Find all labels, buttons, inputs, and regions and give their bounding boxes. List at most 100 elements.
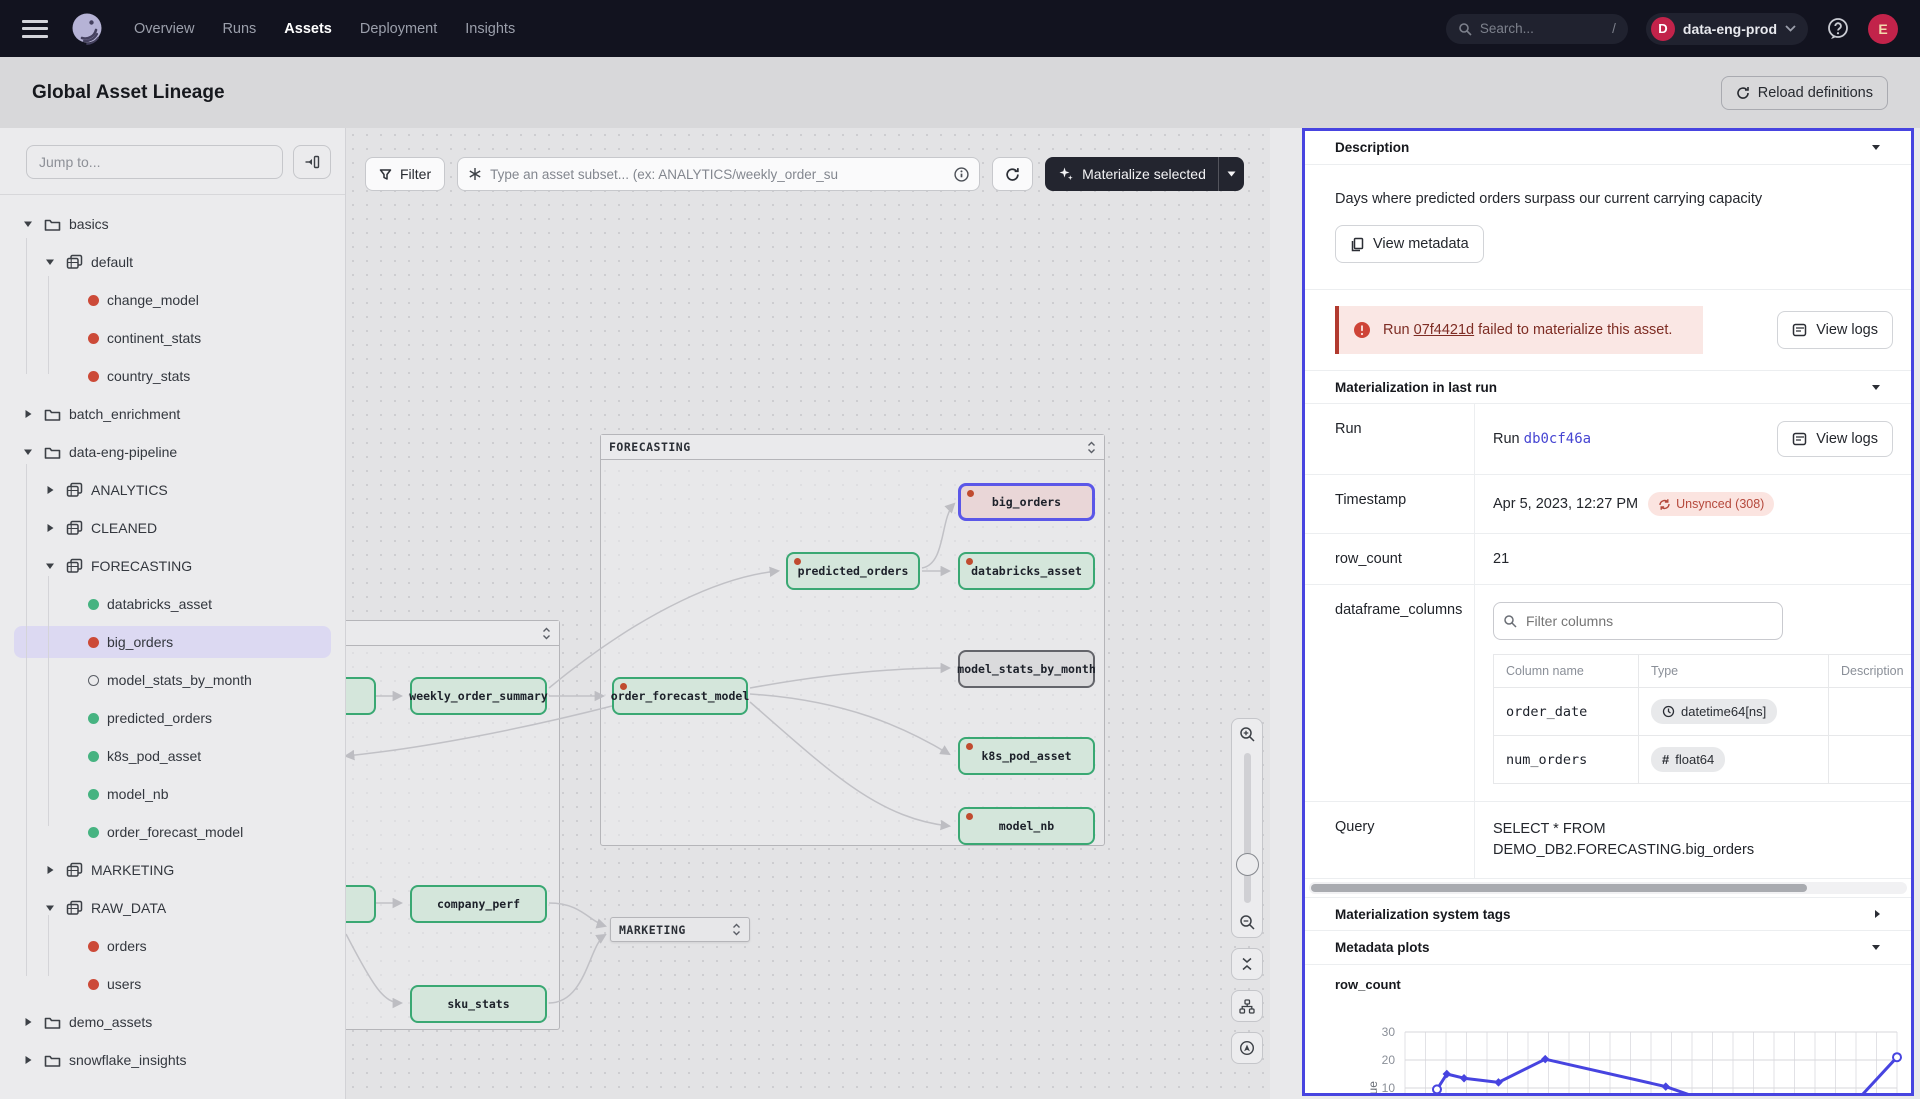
sidebar-item-forecasting[interactable]: FORECASTING (0, 547, 345, 585)
tree-right-arrow-icon[interactable] (42, 485, 58, 495)
nav-item-overview[interactable]: Overview (134, 21, 194, 37)
graph-node-partial[interactable] (346, 885, 376, 923)
sidebar-item-continent_stats[interactable]: continent_stats (0, 319, 345, 357)
filter-columns-input[interactable] (1493, 602, 1783, 640)
nav-item-assets[interactable]: Assets (284, 21, 332, 37)
collapse-groups-button[interactable] (1232, 949, 1262, 979)
help-icon[interactable] (1826, 17, 1850, 41)
sidebar-item-databricks_asset[interactable]: databricks_asset (0, 585, 345, 623)
sidebar-item-batch_enrichment[interactable]: batch_enrichment (0, 395, 345, 433)
system-tags-section-header[interactable]: Materialization system tags (1305, 897, 1911, 931)
tree-down-arrow-icon[interactable] (42, 562, 58, 570)
sidebar-item-model_nb[interactable]: model_nb (0, 775, 345, 813)
tree-right-arrow-icon[interactable] (20, 1017, 36, 1027)
user-avatar[interactable]: E (1868, 14, 1898, 44)
columns-table-header: Column name (1494, 655, 1639, 688)
sidebar-item-big_orders[interactable]: big_orders (0, 623, 345, 661)
reload-definitions-button[interactable]: Reload definitions (1721, 76, 1888, 110)
graph-node-model_stats_by_month[interactable]: model_stats_by_month (958, 650, 1095, 688)
asset-subset-input[interactable] (490, 167, 946, 182)
graph-node-weekly_order_summary[interactable]: weekly_order_summary (410, 677, 547, 715)
sidebar-item-demo_assets[interactable]: demo_assets (0, 1003, 345, 1041)
unsynced-badge: Unsynced (308) (1648, 492, 1774, 516)
deployment-switcher[interactable]: D data-eng-prod (1646, 13, 1808, 45)
asset-group-icon (66, 900, 83, 916)
sidebar-item-data-eng-pipeline[interactable]: data-eng-pipeline (0, 433, 345, 471)
sidebar-item-model_stats_by_month[interactable]: model_stats_by_month (0, 661, 345, 699)
zoom-slider-handle[interactable] (1236, 853, 1259, 876)
sidebar-item-basics[interactable]: basics (0, 205, 345, 243)
sidebar-item-orders[interactable]: orders (0, 927, 345, 965)
materialize-options-caret[interactable] (1218, 157, 1244, 191)
tree-down-arrow-icon[interactable] (42, 904, 58, 912)
graph-node-order_forecast_model[interactable]: order_forecast_model (612, 677, 748, 715)
lineage-graph[interactable]: FORECASTINGMARKETING big_orderspredicted… (346, 128, 1270, 1099)
search-icon (1503, 614, 1517, 628)
jump-to-input[interactable] (26, 145, 283, 179)
view-metadata-button[interactable]: View metadata (1335, 225, 1484, 263)
zoom-in-button[interactable] (1232, 719, 1262, 749)
info-icon[interactable] (954, 167, 969, 182)
sidebar-item-users[interactable]: users (0, 965, 345, 1003)
graph-node-databricks_asset[interactable]: databricks_asset (958, 552, 1095, 590)
tree-right-arrow-icon[interactable] (20, 1055, 36, 1065)
sidebar-item-snowflake_insights[interactable]: snowflake_insights (0, 1041, 345, 1079)
graph-node-partial[interactable] (346, 677, 376, 715)
materialization-section-header[interactable]: Materialization in last run (1305, 370, 1911, 404)
sidebar-item-cleaned[interactable]: CLEANED (0, 509, 345, 547)
svg-text:30: 30 (1382, 1025, 1396, 1039)
tree-down-arrow-icon[interactable] (20, 220, 36, 228)
sidebar-item-order_forecast_model[interactable]: order_forecast_model (0, 813, 345, 851)
nav-item-deployment[interactable]: Deployment (360, 21, 437, 37)
column-name-cell: order_date (1494, 688, 1639, 736)
page-header: Global Asset Lineage Reload definitions (0, 57, 1920, 128)
search-input[interactable]: Search... / (1446, 14, 1628, 44)
error-icon (1353, 321, 1371, 339)
sidebar-item-predicted_orders[interactable]: predicted_orders (0, 699, 345, 737)
sidebar-item-change_model[interactable]: change_model (0, 281, 345, 319)
logs-icon (1792, 432, 1807, 446)
view-logs-button[interactable]: View logs (1777, 311, 1893, 349)
sidebar-item-marketing[interactable]: MARKETING (0, 851, 345, 889)
sidebar-item-country_stats[interactable]: country_stats (0, 357, 345, 395)
nav-item-insights[interactable]: Insights (465, 21, 515, 37)
tree-down-arrow-icon[interactable] (42, 258, 58, 266)
sidebar-item-analytics[interactable]: ANALYTICS (0, 471, 345, 509)
graph-node-label: sku_stats (447, 997, 509, 1011)
asset-details-panel: Description Days where predicted orders … (1302, 128, 1914, 1096)
failed-run-link[interactable]: 07f4421d (1414, 322, 1474, 338)
columns-table-header: Description (1829, 655, 1915, 688)
recenter-button[interactable] (1232, 1033, 1262, 1063)
collapse-sidebar-button[interactable] (293, 145, 331, 179)
graph-node-company_perf[interactable]: company_perf (410, 885, 547, 923)
view-logs-button[interactable]: View logs (1777, 421, 1893, 457)
graph-node-big_orders[interactable]: big_orders (958, 483, 1095, 521)
menu-icon[interactable] (22, 20, 48, 38)
filter-button[interactable]: Filter (365, 157, 445, 191)
description-section-header[interactable]: Description (1305, 131, 1911, 165)
filter-icon (379, 168, 392, 181)
tree-down-arrow-icon[interactable] (20, 448, 36, 456)
changed-indicator-dot (967, 490, 974, 497)
dagster-logo-icon[interactable] (68, 10, 106, 48)
sidebar-item-k8s_pod_asset[interactable]: k8s_pod_asset (0, 737, 345, 775)
metadata-plots-section-header[interactable]: Metadata plots (1305, 931, 1911, 965)
sidebar-item-default[interactable]: default (0, 243, 345, 281)
scrollbar-thumb[interactable] (1311, 884, 1807, 892)
tree-right-arrow-icon[interactable] (20, 409, 36, 419)
refresh-graph-button[interactable] (992, 157, 1033, 191)
materialize-selected-button[interactable]: Materialize selected (1045, 157, 1244, 191)
graph-node-k8s_pod_asset[interactable]: k8s_pod_asset (958, 737, 1095, 775)
tree-right-arrow-icon[interactable] (42, 523, 58, 533)
zoom-slider[interactable] (1232, 749, 1262, 907)
nav-item-runs[interactable]: Runs (222, 21, 256, 37)
zoom-out-button[interactable] (1232, 907, 1262, 937)
graph-node-model_nb[interactable]: model_nb (958, 807, 1095, 845)
layout-tree-button[interactable] (1232, 991, 1262, 1021)
graph-node-sku_stats[interactable]: sku_stats (410, 985, 547, 1023)
sidebar-item-raw_data[interactable]: RAW_DATA (0, 889, 345, 927)
run-id-link[interactable]: db0cf46a (1524, 431, 1591, 447)
tree-right-arrow-icon[interactable] (42, 865, 58, 875)
sync-icon (1658, 498, 1671, 511)
graph-node-predicted_orders[interactable]: predicted_orders (786, 552, 920, 590)
